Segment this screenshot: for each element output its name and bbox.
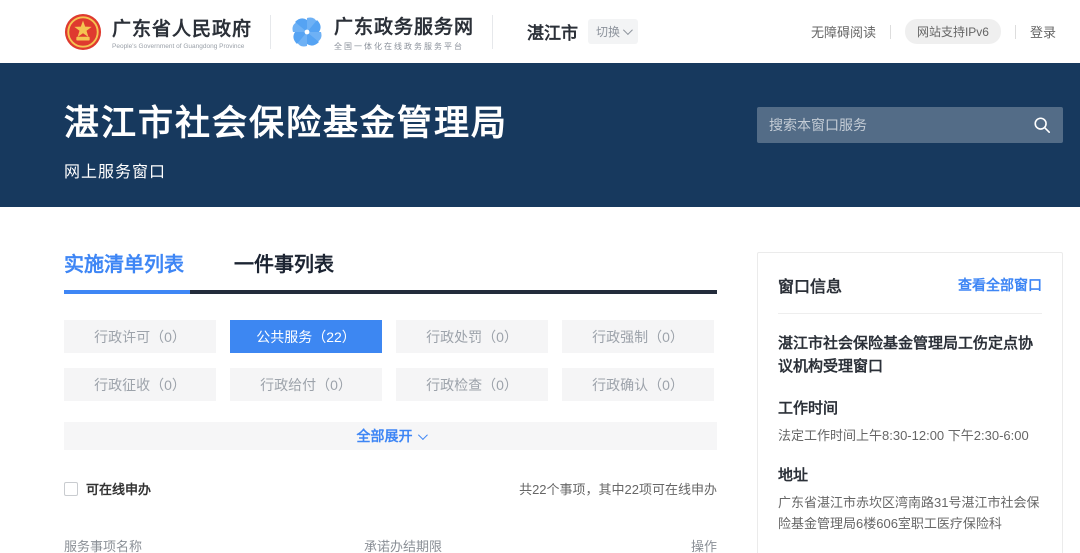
divider [778,313,1042,314]
online-filter-checkbox[interactable] [64,482,78,496]
chevron-down-icon [623,25,633,35]
work-time-label: 工作时间 [778,397,1042,418]
divider [492,15,493,49]
page-subtitle: 网上服务窗口 [64,158,508,182]
tab-underline [64,290,717,294]
ipv6-badge[interactable]: 网站支持IPv6 [905,19,1001,44]
filter-xingzhengxuke[interactable]: 行政许可（0） [64,320,216,353]
category-filters: 行政许可（0） 公共服务（22） 行政处罚（0） 行政强制（0） 行政征收（0）… [64,320,717,401]
city-switch-label: 切换 [596,23,620,40]
city-selector: 湛江市 切换 [527,19,638,44]
filter-xingzhengjiancha[interactable]: 行政检查（0） [396,368,548,401]
gov-logo[interactable]: 广东省人民政府 People's Government of Guangdong… [64,13,252,51]
divider [270,15,271,49]
tab-bar: 实施清单列表 一件事列表 [64,248,717,294]
search-icon[interactable] [1033,116,1051,134]
chevron-down-icon [417,430,427,440]
service-logo[interactable]: 广东政务服务网 全国一体化在线政务服务平台 [289,12,474,52]
login-link[interactable]: 登录 [1030,22,1056,41]
filter-xingzhengqueren[interactable]: 行政确认（0） [562,368,714,401]
service-logo-title: 广东政务服务网 [334,12,474,39]
top-bar: 广东省人民政府 People's Government of Guangdong… [0,0,1080,63]
divider [890,25,891,39]
tab-implementation-list[interactable]: 实施清单列表 [64,248,184,277]
filter-xingzhenggeifu[interactable]: 行政给付（0） [230,368,382,401]
search-box [757,107,1063,143]
current-city: 湛江市 [527,19,578,44]
filter-xingzhengzhengshou[interactable]: 行政征收（0） [64,368,216,401]
column-header-action: 操作 [691,536,717,553]
page-title: 湛江市社会保险基金管理局 [64,95,508,146]
main-column: 实施清单列表 一件事列表 行政许可（0） 公共服务（22） 行政处罚（0） 行政… [64,207,717,553]
filter-xingzhengqiangzhi[interactable]: 行政强制（0） [562,320,714,353]
gov-logo-subtitle: People's Government of Guangdong Provinc… [112,43,252,50]
window-info-card: 窗口信息 查看全部窗口 湛江市社会保险基金管理局工伤定点协议机构受理窗口 工作时… [757,252,1063,553]
work-time-value: 法定工作时间上午8:30-12:00 下午2:30-6:00 [778,426,1042,447]
city-switch-button[interactable]: 切换 [588,19,638,44]
accessibility-link[interactable]: 无障碍阅读 [811,22,876,41]
pinwheel-icon [289,14,325,50]
window-info-title: 窗口信息 [778,273,842,297]
filter-xingzhengchufa[interactable]: 行政处罚（0） [396,320,548,353]
sidebar: 窗口信息 查看全部窗口 湛江市社会保险基金管理局工伤定点协议机构受理窗口 工作时… [757,207,1063,553]
online-filter-row: 可在线申办 共22个事项，其中22项可在线申办 [64,479,717,498]
address-value: 广东省湛江市赤坎区湾南路31号湛江市社会保险基金管理局6楼606室职工医疗保险科 [778,493,1042,535]
tab-one-thing-list[interactable]: 一件事列表 [234,248,334,277]
address-label: 地址 [778,464,1042,485]
search-input[interactable] [769,117,1033,133]
gov-logo-title: 广东省人民政府 [112,14,252,41]
items-summary: 共22个事项，其中22项可在线申办 [519,479,717,498]
active-tab-indicator [64,290,190,294]
column-header-service-name: 服务事项名称 [64,536,364,553]
national-emblem-icon [64,13,102,51]
divider [1015,25,1016,39]
column-header-time-limit: 承诺办结期限 [364,536,644,553]
service-logo-subtitle: 全国一体化在线政务服务平台 [334,41,474,52]
expand-all-button[interactable]: 全部展开 [64,422,717,450]
view-all-windows-link[interactable]: 查看全部窗口 [958,275,1042,295]
online-filter-label: 可在线申办 [86,479,151,498]
expand-all-label: 全部展开 [357,426,413,446]
table-header-row: 服务事项名称 承诺办结期限 操作 [64,536,717,553]
hero-banner: 湛江市社会保险基金管理局 网上服务窗口 [0,63,1080,207]
window-name: 湛江市社会保险基金管理局工伤定点协议机构受理窗口 [778,332,1042,379]
filter-gonggongfuwu[interactable]: 公共服务（22） [230,320,382,353]
